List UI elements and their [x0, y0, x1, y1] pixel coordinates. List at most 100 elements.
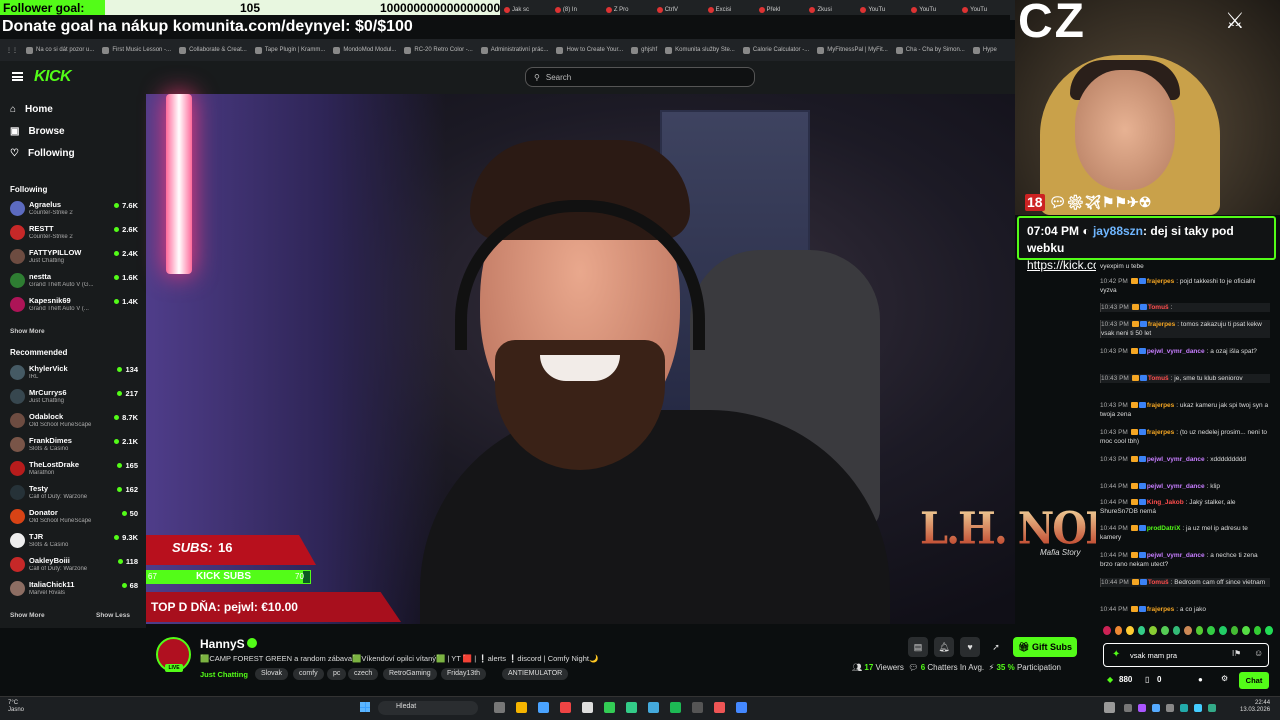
bookmark-item[interactable]: RC-20 Retro Color -...: [404, 46, 473, 54]
chat-username[interactable]: pejwl_vymr_dance: [1147, 456, 1205, 463]
stream-tag[interactable]: RetroGaming: [383, 668, 437, 680]
chat-username[interactable]: pejwl_vymr_dance: [1147, 552, 1205, 559]
emote-icon[interactable]: [1172, 626, 1181, 635]
sidebar-channel[interactable]: TJR Slots & Casino 9.3K: [10, 530, 138, 550]
bookmark-item[interactable]: MondoMod Modul...: [333, 46, 396, 54]
sidebar-channel[interactable]: FrankDimes Slots & Casino 2.1K: [10, 434, 138, 454]
chat-username[interactable]: frajerpes: [1147, 429, 1174, 436]
chat-message[interactable]: 10:44 PM frajerpes: a co jako: [1100, 605, 1270, 614]
nav-home[interactable]: ⌂ Home: [10, 104, 53, 115]
chat-message[interactable]: 10:43 PM Tomuš: je, sme tu klub seniorov: [1100, 374, 1270, 383]
bookmark-item[interactable]: Hype: [972, 46, 997, 54]
emote-icon[interactable]: [1253, 626, 1262, 635]
clip-icon[interactable]: ▤: [908, 637, 928, 657]
gift-subs-button[interactable]: 🎁︎ Gift Subs: [1013, 637, 1077, 657]
emote-icon[interactable]: [1195, 626, 1204, 635]
sidebar-channel[interactable]: Agraelus Counter-Strike 2 7.6K: [10, 198, 138, 218]
chat-input[interactable]: [1130, 649, 1230, 661]
emote-icon[interactable]: [1103, 626, 1111, 635]
emote-icon[interactable]: [1207, 626, 1215, 635]
nav-browse[interactable]: ▣ Browse: [10, 126, 65, 137]
chat-message[interactable]: 10:44 PM prodDatriX: ja uz mel ip adresu …: [1100, 524, 1270, 542]
sidebar-channel[interactable]: Odablock Old School RuneScape 8.7K: [10, 410, 138, 430]
follow-heart-icon[interactable]: ♥: [960, 637, 980, 657]
chat-message[interactable]: 10:44 PM pejwl_vymr_dance: klip: [1100, 482, 1270, 491]
chat-message[interactable]: vyexpim u tebe: [1100, 262, 1270, 271]
weather-widget[interactable]: 7°C Jasno: [8, 700, 24, 714]
points-icon[interactable]: ◆: [1107, 675, 1113, 684]
bookmark-item[interactable]: Collaborate & Creat...: [179, 46, 247, 54]
sidebar-channel[interactable]: ItaliaChick11 Marvel Rivals 68: [10, 578, 138, 598]
bookmark-item[interactable]: Komunita služby Ste...: [665, 46, 735, 54]
chat-username[interactable]: Tomuš: [1148, 375, 1169, 382]
bell-icon[interactable]: 🔔︎: [934, 637, 954, 657]
chat-username[interactable]: pejwl_vymr_dance: [1147, 483, 1205, 490]
chat-send-button[interactable]: Chat: [1239, 672, 1269, 689]
taskbar-app-icon[interactable]: [560, 702, 571, 713]
chat-username[interactable]: prodDatriX: [1147, 525, 1181, 532]
chat-message[interactable]: 10:43 PM pejwl_vymr_dance: a ozaj išla sp…: [1100, 347, 1270, 356]
taskbar-app-icon[interactable]: [692, 702, 703, 713]
taskbar-app-icon[interactable]: [1104, 702, 1115, 713]
chat-username[interactable]: frajerpes: [1147, 606, 1174, 613]
emote-icon[interactable]: [1160, 626, 1169, 635]
emote-icon[interactable]: [1230, 626, 1239, 635]
show-more-recommended[interactable]: Show More: [10, 612, 45, 619]
emote-icon[interactable]: [1149, 626, 1157, 635]
emote-icon[interactable]: [1137, 626, 1146, 635]
stream-tag[interactable]: comfy: [293, 668, 324, 680]
chat-username[interactable]: King_Jakob: [1147, 499, 1184, 506]
taskbar-app-icon[interactable]: [736, 702, 747, 713]
show-less-recommended[interactable]: Show Less: [96, 612, 130, 619]
sidebar-channel[interactable]: nestta Grand Theft Auto V (G... 1.6K: [10, 270, 138, 290]
chat-message[interactable]: 10:43 PM frajerpes: tomos zakazuju ti psa…: [1100, 320, 1270, 338]
taskbar-app-icon[interactable]: [626, 702, 637, 713]
taskbar-app-icon[interactable]: [648, 702, 659, 713]
bookmark-item[interactable]: Calorie Calculator -...: [742, 46, 809, 54]
sidebar-channel[interactable]: TheLostDrake Marathon 165: [10, 458, 138, 478]
settings-icon[interactable]: ⚙: [1221, 674, 1228, 683]
bookmark-item[interactable]: Cha - Cha by Simon...: [895, 46, 965, 54]
chat-input-box[interactable]: I ⚑ ☺: [1103, 643, 1269, 667]
chat-username[interactable]: frajerpes: [1147, 402, 1174, 409]
stream-tag[interactable]: pc: [327, 668, 347, 680]
tray-icon[interactable]: [1124, 704, 1132, 712]
chat-message[interactable]: 10:44 PM King_Jakob: Jaký stalker, ale Sh…: [1100, 498, 1270, 516]
stream-tag[interactable]: czech: [348, 668, 379, 680]
smile-icon[interactable]: ☺: [1254, 648, 1263, 658]
chat-message[interactable]: 10:43 PM Tomuš:: [1100, 303, 1270, 312]
bookmark-item[interactable]: Tape Plugin | Kramm...: [254, 46, 325, 54]
sidebar-channel[interactable]: Donator Old School RuneScape 50: [10, 506, 138, 526]
taskbar-app-icon[interactable]: [714, 702, 725, 713]
emote-icon[interactable]: [1114, 626, 1123, 635]
tray-icon[interactable]: [1194, 704, 1202, 712]
tray-icon[interactable]: [1166, 704, 1174, 712]
tray-icon[interactable]: [1208, 704, 1216, 712]
taskbar-app-icon[interactable]: [604, 702, 615, 713]
stream-category[interactable]: Just Chatting: [200, 670, 248, 679]
emote-icon[interactable]: [1218, 626, 1227, 635]
chat-message[interactable]: 10:43 PM frajerpes: (to uz nedelej prosim…: [1100, 428, 1270, 446]
taskbar-app-icon[interactable]: [582, 702, 593, 713]
stream-tag[interactable]: Slovak: [255, 668, 289, 680]
bookmark-item[interactable]: First Music Lesson -...: [102, 46, 171, 54]
bookmark-item[interactable]: MyFitnessPal | MyFit...: [817, 46, 888, 54]
bookmark-item[interactable]: Na co si dát pozor u...: [26, 46, 94, 54]
emote-picker-icon[interactable]: ⚑: [1234, 649, 1241, 658]
search-input[interactable]: ⚲ Search: [525, 67, 755, 87]
sidebar-channel[interactable]: MrCurrys6 Just Chatting 217: [10, 386, 138, 406]
sidebar-channel[interactable]: OakleyBoiii Call of Duty: Warzone 118: [10, 554, 138, 574]
tray-icon[interactable]: [1138, 704, 1146, 712]
taskbar-search[interactable]: Hledat: [378, 701, 478, 715]
apps-grid-icon[interactable]: ⋮⋮: [6, 47, 18, 54]
tray-icon[interactable]: [1152, 704, 1160, 712]
share-icon[interactable]: ➚: [986, 637, 1006, 657]
sidebar-channel[interactable]: Testy Call of Duty: Warzone 162: [10, 482, 138, 502]
tray-icon[interactable]: [1180, 704, 1188, 712]
chat-username[interactable]: pejwl_vymr_dance: [1147, 348, 1205, 355]
chat-bubble-icon[interactable]: ●: [1198, 675, 1203, 684]
taskbar-clock[interactable]: 22:44 13.03.2026: [1240, 700, 1270, 714]
sidebar-channel[interactable]: RESTT Counter-Strike 2 2.6K: [10, 222, 138, 242]
chat-username[interactable]: frajerpes: [1147, 278, 1174, 285]
sidebar-channel[interactable]: FATTYPILLOW Just Chatting 2.4K: [10, 246, 138, 266]
